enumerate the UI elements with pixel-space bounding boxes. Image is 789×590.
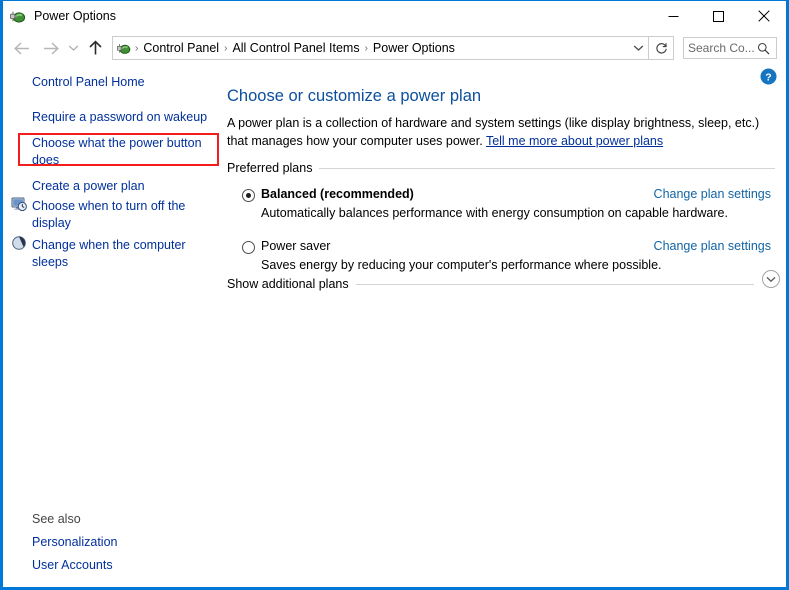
refresh-icon[interactable] bbox=[649, 36, 674, 60]
section-divider bbox=[319, 167, 775, 169]
power-plan-name: Power saver bbox=[261, 239, 331, 253]
chevron-down-icon[interactable] bbox=[762, 270, 780, 288]
up-arrow-icon[interactable] bbox=[82, 33, 108, 63]
section-divider bbox=[355, 283, 754, 285]
preferred-plans-label: Preferred plans bbox=[227, 161, 313, 175]
tell-me-more-link[interactable]: Tell me more about power plans bbox=[486, 134, 663, 148]
close-button[interactable] bbox=[741, 2, 786, 31]
power-plan-description: Saves energy by reducing your computer's… bbox=[261, 258, 662, 272]
radio-balanced[interactable] bbox=[242, 189, 255, 202]
preferred-plans-section-header: Preferred plans bbox=[227, 161, 775, 175]
power-plan-row: Power saver Change plan settings bbox=[242, 239, 771, 254]
sidebar-item-create-a-power-plan[interactable]: Create a power plan bbox=[32, 178, 212, 195]
breadcrumb-item-all-control-panel-items[interactable]: All Control Panel Items bbox=[228, 41, 363, 55]
breadcrumb-separator: › bbox=[224, 42, 228, 54]
see-also-item-personalization[interactable]: Personalization bbox=[32, 534, 117, 551]
sidebar: Control Panel Home Require a password on… bbox=[3, 65, 223, 587]
navigation-bar: › Control Panel › All Control Panel Item… bbox=[3, 31, 786, 65]
power-plan-power-saver[interactable]: Power saver Change plan settings Saves e… bbox=[242, 239, 771, 272]
sidebar-item-choose-when-to-turn-off-display[interactable]: Choose when to turn off the display bbox=[32, 198, 207, 232]
power-plan-balanced[interactable]: Balanced (recommended) Change plan setti… bbox=[242, 187, 771, 220]
see-also-item-user-accounts[interactable]: User Accounts bbox=[32, 557, 113, 574]
change-plan-settings-balanced[interactable]: Change plan settings bbox=[654, 187, 771, 201]
power-plan-name: Balanced (recommended) bbox=[261, 187, 414, 201]
power-options-window: Power Options › Control Panel › All Cont… bbox=[0, 0, 789, 590]
additional-plans-section-header: Show additional plans bbox=[227, 277, 754, 291]
help-question-icon[interactable]: ? bbox=[760, 68, 777, 85]
content-area: Control Panel Home Require a password on… bbox=[3, 65, 786, 587]
window-title: Power Options bbox=[34, 9, 116, 23]
recent-locations-chevron-down-icon[interactable] bbox=[64, 33, 82, 63]
breadcrumb-separator: › bbox=[364, 42, 368, 54]
radio-power-saver[interactable] bbox=[242, 241, 255, 254]
breadcrumb-item-control-panel[interactable]: Control Panel bbox=[139, 41, 223, 55]
minimize-button[interactable] bbox=[651, 2, 696, 31]
see-also-label: See also bbox=[32, 512, 81, 526]
search-box[interactable] bbox=[683, 37, 777, 59]
address-bar[interactable]: › Control Panel › All Control Panel Item… bbox=[112, 36, 649, 60]
page-title: Choose or customize a power plan bbox=[227, 87, 482, 105]
sidebar-item-control-panel-home[interactable]: Control Panel Home bbox=[32, 74, 202, 91]
breadcrumb-separator: › bbox=[135, 42, 139, 54]
display-clock-icon bbox=[11, 196, 27, 212]
breadcrumb-item-power-options[interactable]: Power Options bbox=[369, 41, 459, 55]
power-plug-battery-icon bbox=[9, 7, 27, 25]
change-plan-settings-power-saver[interactable]: Change plan settings bbox=[654, 239, 771, 253]
sidebar-item-require-password-on-wakeup[interactable]: Require a password on wakeup bbox=[32, 109, 217, 126]
forward-arrow-icon[interactable] bbox=[36, 33, 64, 63]
main-panel: ? Choose or customize a power plan A pow… bbox=[223, 65, 786, 587]
sidebar-item-choose-what-power-button-does[interactable]: Choose what the power button does bbox=[32, 135, 210, 169]
address-dropdown-chevron-down-icon[interactable] bbox=[628, 38, 648, 58]
search-input[interactable] bbox=[688, 41, 756, 55]
svg-text:?: ? bbox=[765, 71, 771, 83]
breadcrumb-power-icon bbox=[116, 40, 132, 56]
moon-sleep-icon bbox=[11, 235, 27, 251]
power-plan-row: Balanced (recommended) Change plan setti… bbox=[242, 187, 771, 202]
search-icon bbox=[756, 41, 770, 55]
maximize-button[interactable] bbox=[696, 2, 741, 31]
show-additional-plans-label[interactable]: Show additional plans bbox=[227, 277, 356, 291]
page-description: A power plan is a collection of hardware… bbox=[227, 115, 767, 150]
back-arrow-icon[interactable] bbox=[8, 33, 36, 63]
power-plan-description: Automatically balances performance with … bbox=[261, 206, 728, 220]
sidebar-item-change-when-computer-sleeps[interactable]: Change when the computer sleeps bbox=[32, 237, 207, 271]
title-bar: Power Options bbox=[3, 1, 786, 31]
